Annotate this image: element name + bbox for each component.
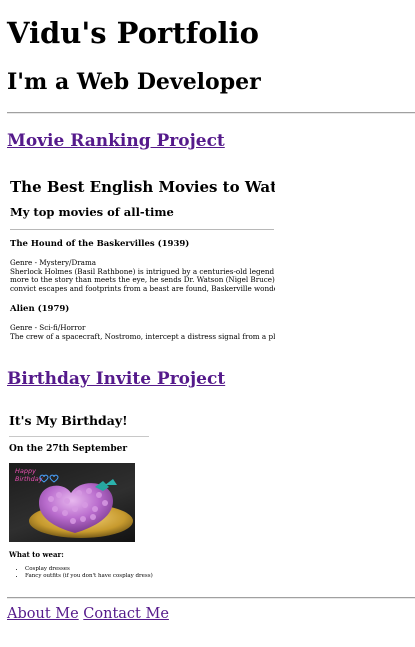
birthday-project-preview[interactable]: It's My Birthday! On the 27th September xyxy=(7,413,157,585)
movie-preview-divider xyxy=(10,229,274,230)
list-item: Cosplay dresses xyxy=(25,566,153,573)
movie-heading: The Hound of the Baskervilles (1939) xyxy=(10,239,190,249)
footer-divider xyxy=(7,597,415,599)
movie-project-link[interactable]: Movie Ranking Project xyxy=(7,130,225,152)
header-divider xyxy=(7,112,415,114)
list-item: Fancy outfits (if you don't have cosplay… xyxy=(25,573,153,580)
movie-project-preview[interactable]: The Best English Movies to Watch My top … xyxy=(7,178,275,343)
site-title: Vidu's Portfolio xyxy=(7,16,259,50)
movie-description-line: convict escapes and footprints from a be… xyxy=(10,283,275,293)
movie-description-line: The crew of a spacecraft, Nostromo, inte… xyxy=(10,331,275,341)
hearts-icon xyxy=(39,474,59,483)
movie-preview-subtitle: My top movies of all-time xyxy=(10,205,174,219)
wear-list: Cosplay dresses Fancy outfits (if you do… xyxy=(9,566,153,580)
movie-heading: Alien (1979) xyxy=(10,304,70,314)
birthday-date: On the 27th September xyxy=(9,444,128,454)
about-me-link[interactable]: About Me xyxy=(7,606,79,622)
birthday-cake-image: Happy Birthday xyxy=(9,463,135,542)
site-subtitle: I'm a Web Developer xyxy=(7,69,261,95)
birthday-project-link[interactable]: Birthday Invite Project xyxy=(7,368,225,390)
contact-me-link[interactable]: Contact Me xyxy=(83,606,169,622)
portfolio-page: Vidu's Portfolio I'm a Web Developer Mov… xyxy=(0,0,415,647)
birthday-preview-divider xyxy=(9,436,149,437)
movie-preview-title: The Best English Movies to Watch xyxy=(10,178,275,196)
footer-nav: About Me Contact Me xyxy=(7,604,169,624)
birthday-preview-title: It's My Birthday! xyxy=(9,413,128,428)
wear-heading: What to wear: xyxy=(9,550,64,559)
